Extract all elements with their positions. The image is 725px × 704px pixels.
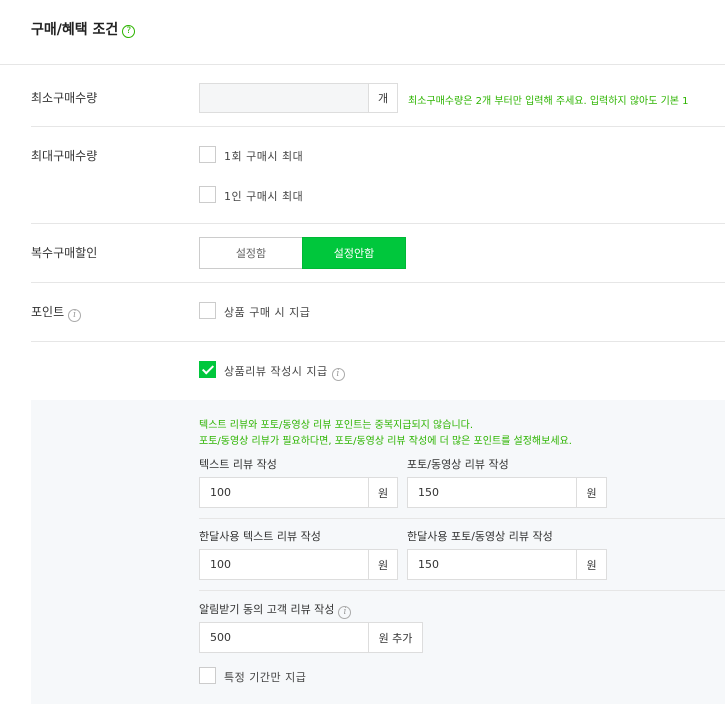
info-icon[interactable]: i bbox=[331, 368, 345, 381]
help-icon[interactable]: ? bbox=[122, 25, 136, 38]
divider bbox=[31, 341, 725, 342]
divider bbox=[31, 126, 725, 127]
review-points-label-text: 상품리뷰 작성시 지급 bbox=[224, 365, 328, 378]
month-photo-review-input[interactable]: 150 bbox=[407, 549, 577, 580]
month-photo-review-unit: 원 bbox=[577, 549, 607, 580]
multi-discount-off-button[interactable]: 설정안함 bbox=[302, 237, 406, 269]
divider bbox=[31, 282, 725, 283]
divider bbox=[199, 518, 725, 519]
info-icon[interactable]: i bbox=[338, 606, 352, 619]
purchase-points-checkbox[interactable] bbox=[199, 302, 216, 319]
multi-discount-label: 복수구매할인 bbox=[31, 246, 98, 260]
multi-discount-on-button[interactable]: 설정함 bbox=[199, 237, 302, 269]
max-per-order-checkbox[interactable] bbox=[199, 146, 216, 163]
alarm-review-unit: 원 추가 bbox=[369, 622, 423, 653]
text-review-label: 텍스트 리뷰 작성 bbox=[199, 458, 277, 471]
period-only-checkbox[interactable] bbox=[199, 667, 216, 684]
divider bbox=[199, 590, 725, 591]
min-purchase-unit: 개 bbox=[369, 83, 398, 113]
text-review-unit: 원 bbox=[369, 477, 398, 508]
points-label-text: 포인트 bbox=[31, 305, 65, 319]
photo-review-label: 포토/동영상 리뷰 작성 bbox=[407, 458, 509, 471]
section-title-text: 구매/혜택 조건 bbox=[31, 22, 119, 38]
month-photo-review-label: 한달사용 포토/동영상 리뷰 작성 bbox=[407, 530, 553, 543]
alarm-review-label: 알림받기 동의 고객 리뷰 작성 i bbox=[199, 601, 352, 619]
month-text-review-input[interactable]: 100 bbox=[199, 549, 369, 580]
period-only-label: 특정 기간만 지급 bbox=[224, 671, 307, 684]
min-purchase-input[interactable] bbox=[199, 83, 369, 113]
review-points-label: 상품리뷰 작성시 지급 i bbox=[224, 363, 345, 381]
section-title: 구매/혜택 조건? bbox=[31, 19, 136, 39]
min-purchase-label: 최소구매수량 bbox=[31, 91, 98, 105]
points-label: 포인트 i bbox=[31, 303, 82, 322]
divider bbox=[0, 64, 725, 65]
max-per-person-checkbox[interactable] bbox=[199, 186, 216, 203]
text-review-input[interactable]: 100 bbox=[199, 477, 369, 508]
max-per-person-label: 1인 구매시 최대 bbox=[224, 190, 304, 203]
alarm-review-input[interactable]: 500 bbox=[199, 622, 369, 653]
max-per-order-label: 1회 구매시 최대 bbox=[224, 150, 304, 163]
alarm-review-label-text: 알림받기 동의 고객 리뷰 작성 bbox=[199, 603, 335, 616]
month-text-review-unit: 원 bbox=[369, 549, 398, 580]
min-purchase-hint: 최소구매수량은 2개 부터만 입력해 주세요. 입력하지 않아도 기본 1 bbox=[408, 96, 689, 107]
month-text-review-label: 한달사용 텍스트 리뷰 작성 bbox=[199, 530, 321, 543]
review-points-checkbox[interactable] bbox=[199, 361, 216, 378]
notice-line-1: 텍스트 리뷰와 포토/동영상 리뷰 포인트는 중복지급되지 않습니다. bbox=[199, 420, 474, 431]
photo-review-input[interactable]: 150 bbox=[407, 477, 577, 508]
purchase-points-label: 상품 구매 시 지급 bbox=[224, 306, 311, 319]
notice-line-2: 포토/동영상 리뷰가 필요하다면, 포토/동영상 리뷰 작성에 더 많은 포인트… bbox=[199, 436, 572, 447]
divider bbox=[31, 223, 725, 224]
max-purchase-label: 최대구매수량 bbox=[31, 149, 98, 163]
info-icon[interactable]: i bbox=[68, 309, 82, 322]
photo-review-unit: 원 bbox=[577, 477, 607, 508]
